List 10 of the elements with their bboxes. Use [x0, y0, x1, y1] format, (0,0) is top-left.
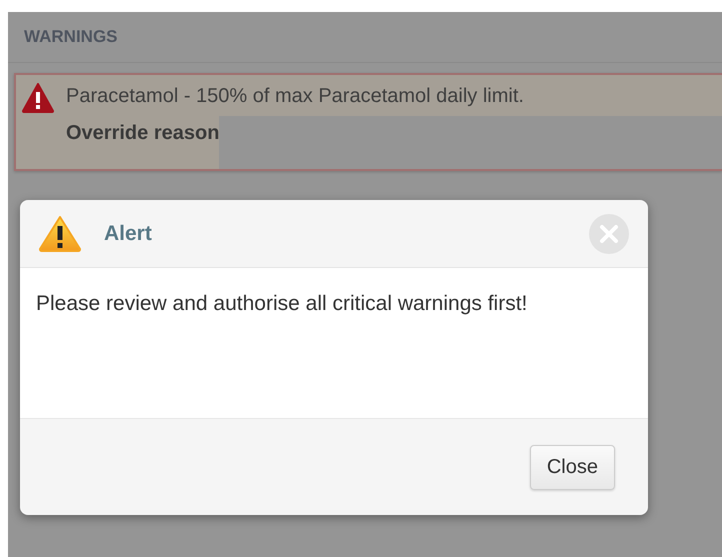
- close-icon[interactable]: [588, 212, 630, 254]
- close-button[interactable]: Close: [530, 444, 615, 490]
- section-title: WARNINGS: [24, 27, 118, 47]
- dialog-message: Please review and authorise all critical warnings first!: [36, 291, 528, 317]
- error-icon: [22, 83, 54, 113]
- warning-icon: [38, 214, 82, 252]
- warning-message: Paracetamol - 150% of max Paracetamol daily limit.: [66, 75, 722, 116]
- override-reason-label: Override reason: [66, 116, 220, 169]
- override-reason-field[interactable]: [219, 116, 722, 169]
- dialog-title: Alert: [104, 222, 153, 246]
